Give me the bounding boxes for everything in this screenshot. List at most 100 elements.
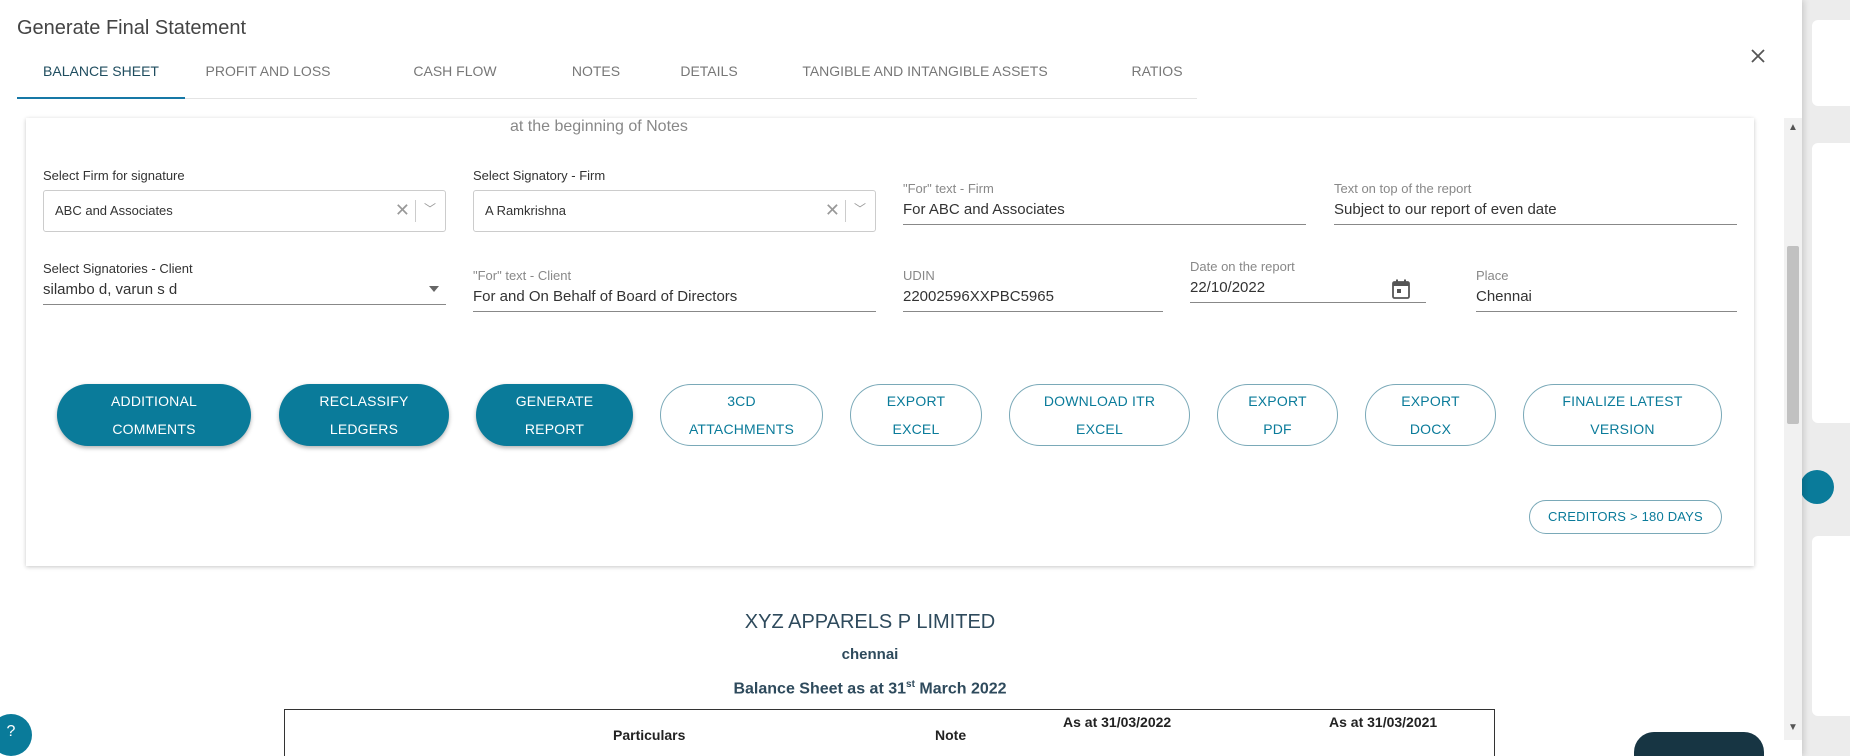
report-company-name: XYZ APPARELS P LIMITED	[744, 611, 996, 633]
scroll-down-arrow-icon[interactable]: ▼	[1788, 722, 1798, 733]
calendar-icon[interactable]	[1392, 279, 1410, 299]
button-label: 3CD	[727, 393, 756, 409]
for-text-firm-field[interactable]: "For" text - Firm For ABC and Associates	[903, 181, 1306, 225]
background-card	[1812, 536, 1850, 716]
firm-for-signature-label: Select Firm for signature	[43, 168, 185, 183]
udin-field[interactable]: UDIN 22002596XXPBC5965	[903, 268, 1163, 312]
close-icon	[1751, 49, 1765, 63]
udin-value: 22002596XXPBC5965	[903, 288, 1054, 305]
button-label: DOCX	[1409, 421, 1452, 437]
button-label: RECLASSIFY	[319, 393, 409, 409]
place-field[interactable]: Place Chennai	[1476, 268, 1737, 312]
reclassify-ledgers-button[interactable]: RECLASSIFY LEDGERS	[279, 384, 449, 446]
balance-sheet-table: Particulars Note As at 31/03/2022 As at …	[284, 709, 1495, 756]
place-value: Chennai	[1476, 288, 1532, 305]
generate-report-button[interactable]: GENERATE REPORT	[476, 384, 633, 446]
report-heading: Balance Sheet as at 31st March 2022	[0, 679, 1740, 698]
for-text-client-label: "For" text - Client	[473, 268, 572, 283]
button-label: EXCEL	[892, 421, 940, 437]
text-on-top-label: Text on top of the report	[1334, 181, 1472, 196]
dialog-content[interactable]: at the beginning of Notes Select Firm fo…	[0, 118, 1800, 756]
signatories-client-label: Select Signatories - Client	[43, 261, 193, 276]
tab-profit-and-loss[interactable]: PROFIT AND LOSS	[191, 56, 345, 98]
button-label: PDF	[1263, 421, 1292, 437]
place-label: Place	[1476, 268, 1509, 283]
clear-icon[interactable]: ✕	[825, 200, 840, 221]
background-fab	[1800, 470, 1834, 504]
button-label: EXCEL	[1076, 421, 1123, 437]
column-header-particulars: Particulars	[613, 727, 686, 743]
scroll-up-arrow-icon[interactable]: ▲	[1788, 122, 1798, 133]
select-divider	[415, 200, 416, 222]
signatory-firm-select[interactable]: Select Signatory - Firm A Ramkrishna ✕ ﹀	[473, 168, 876, 234]
close-button[interactable]	[1746, 44, 1770, 68]
tab-notes[interactable]: NOTES	[551, 56, 641, 98]
creditors-180-days-button[interactable]: CREDITORS > 180 DAYS	[1529, 500, 1722, 534]
notes-hint-text: at the beginning of Notes	[510, 118, 688, 135]
button-label: DOWNLOAD ITR	[1043, 393, 1156, 409]
tab-cash-flow[interactable]: CASH FLOW	[393, 56, 517, 98]
3cd-attachments-button[interactable]: 3CD ATTACHMENTS	[660, 384, 823, 446]
date-on-report-field[interactable]: Date on the report 22/10/2022	[1190, 259, 1426, 303]
question-icon: ?	[6, 723, 16, 740]
background-card	[1812, 143, 1850, 423]
chat-widget-button[interactable]	[1634, 732, 1764, 756]
for-text-client-value: For and On Behalf of Board of Directors	[473, 288, 738, 305]
date-on-report-value: 22/10/2022	[1190, 279, 1266, 296]
dropdown-arrow-icon[interactable]	[428, 285, 440, 293]
tab-tangible-and-intangible-assets[interactable]: TANGIBLE AND INTANGIBLE ASSETS	[789, 56, 1061, 98]
button-label: LEDGERS	[329, 421, 399, 437]
button-label: REPORT	[524, 421, 585, 437]
date-on-report-label: Date on the report	[1190, 259, 1295, 274]
chevron-down-icon[interactable]: ﹀	[424, 200, 436, 217]
signatories-client-value: silambo d, varun s d	[43, 281, 178, 298]
signatories-client-select[interactable]: Select Signatories - Client silambo d, v…	[43, 261, 446, 305]
dialog-title: Generate Final Statement	[17, 17, 247, 39]
report-settings-card: at the beginning of Notes Select Firm fo…	[26, 118, 1754, 566]
for-text-client-field[interactable]: "For" text - Client For and On Behalf of…	[473, 268, 876, 312]
column-header-as-at-2022: As at 31/03/2022	[1063, 714, 1172, 730]
report-heading-text: Balance Sheet as at 31	[733, 680, 907, 698]
signatory-firm-label: Select Signatory - Firm	[473, 168, 606, 183]
background-card	[1812, 20, 1850, 106]
firm-for-signature-select[interactable]: Select Firm for signature ABC and Associ…	[43, 168, 446, 234]
column-header-as-at-2021: As at 31/03/2021	[1329, 714, 1438, 730]
clear-icon[interactable]: ✕	[395, 200, 410, 221]
tab-ratios[interactable]: RATIOS	[1107, 56, 1207, 98]
button-label: ATTACHMENTS	[688, 421, 795, 437]
button-label: COMMENTS	[112, 421, 196, 437]
text-on-top-value: Subject to our report of even date	[1334, 201, 1557, 218]
select-divider	[845, 200, 846, 222]
export-pdf-button[interactable]: EXPORT PDF	[1217, 384, 1338, 446]
button-label: ADDITIONAL	[110, 393, 197, 409]
vertical-scrollbar[interactable]: ▲ ▼	[1784, 118, 1802, 740]
button-label: VERSION	[1590, 421, 1655, 437]
tab-balance-sheet[interactable]: BALANCE SHEET	[17, 56, 185, 99]
button-label: CREDITORS > 180 DAYS	[1548, 509, 1703, 524]
statement-tabs: BALANCE SHEET PROFIT AND LOSS CASH FLOW …	[17, 56, 1197, 99]
signatory-firm-value: A Ramkrishna	[485, 203, 566, 218]
for-text-firm-label: "For" text - Firm	[903, 181, 994, 196]
text-on-top-field[interactable]: Text on top of the report Subject to our…	[1334, 181, 1737, 225]
report-heading-text: March 2022	[914, 680, 1007, 698]
report-city: chennai	[841, 646, 899, 663]
generate-final-statement-dialog: Generate Final Statement BALANCE SHEET P…	[0, 0, 1802, 756]
firm-for-signature-value: ABC and Associates	[55, 203, 173, 218]
additional-comments-button[interactable]: ADDITIONAL COMMENTS	[57, 384, 251, 446]
tab-details[interactable]: DETAILS	[657, 56, 761, 98]
column-header-note: Note	[935, 727, 967, 743]
button-label: EXPORT	[886, 393, 946, 409]
for-text-firm-value: For ABC and Associates	[903, 201, 1065, 218]
export-docx-button[interactable]: EXPORT DOCX	[1365, 384, 1496, 446]
download-itr-excel-button[interactable]: DOWNLOAD ITR EXCEL	[1009, 384, 1190, 446]
export-excel-button[interactable]: EXPORT EXCEL	[850, 384, 982, 446]
report-heading-superscript: st	[906, 679, 915, 690]
button-label: EXPORT	[1401, 393, 1460, 409]
scrollbar-thumb[interactable]	[1787, 246, 1799, 424]
button-label: GENERATE	[515, 393, 594, 409]
button-label: EXPORT	[1248, 393, 1307, 409]
finalize-latest-version-button[interactable]: FINALIZE LATEST VERSION	[1523, 384, 1722, 446]
button-label: FINALIZE LATEST	[1562, 393, 1683, 409]
chevron-down-icon[interactable]: ﹀	[854, 200, 866, 217]
udin-label: UDIN	[903, 268, 935, 283]
